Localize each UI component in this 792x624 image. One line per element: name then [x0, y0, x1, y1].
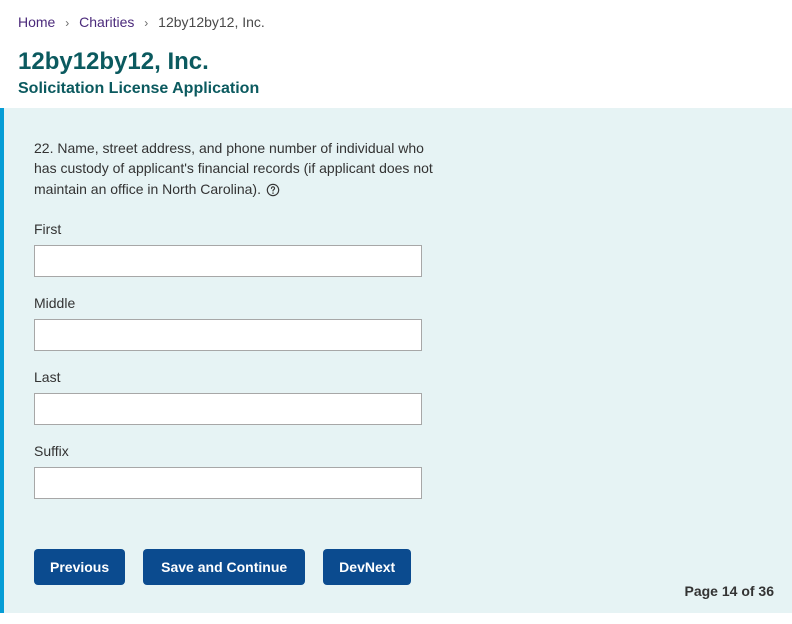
chevron-right-icon: ›: [144, 16, 148, 30]
middle-input[interactable]: [34, 319, 422, 351]
breadcrumb-home[interactable]: Home: [18, 14, 55, 30]
form-panel: 22. Name, street address, and phone numb…: [0, 108, 792, 613]
question-text: 22. Name, street address, and phone numb…: [34, 140, 433, 197]
first-input[interactable]: [34, 245, 422, 277]
breadcrumb-current: 12by12by12, Inc.: [158, 14, 265, 30]
last-input[interactable]: [34, 393, 422, 425]
page-indicator: Page 14 of 36: [685, 583, 775, 599]
label-middle: Middle: [34, 295, 762, 311]
page-title: 12by12by12, Inc.: [18, 48, 774, 76]
page-subtitle: Solicitation License Application: [18, 80, 774, 98]
save-and-continue-button[interactable]: Save and Continue: [143, 549, 305, 585]
label-first: First: [34, 221, 762, 237]
help-icon[interactable]: [266, 183, 280, 197]
previous-button[interactable]: Previous: [34, 549, 125, 585]
devnext-button[interactable]: DevNext: [323, 549, 411, 585]
chevron-right-icon: ›: [65, 16, 69, 30]
label-suffix: Suffix: [34, 443, 762, 459]
question-22: 22. Name, street address, and phone numb…: [34, 138, 434, 199]
breadcrumb: Home › Charities › 12by12by12, Inc.: [18, 14, 774, 30]
label-last: Last: [34, 369, 762, 385]
suffix-input[interactable]: [34, 467, 422, 499]
breadcrumb-charities[interactable]: Charities: [79, 14, 134, 30]
